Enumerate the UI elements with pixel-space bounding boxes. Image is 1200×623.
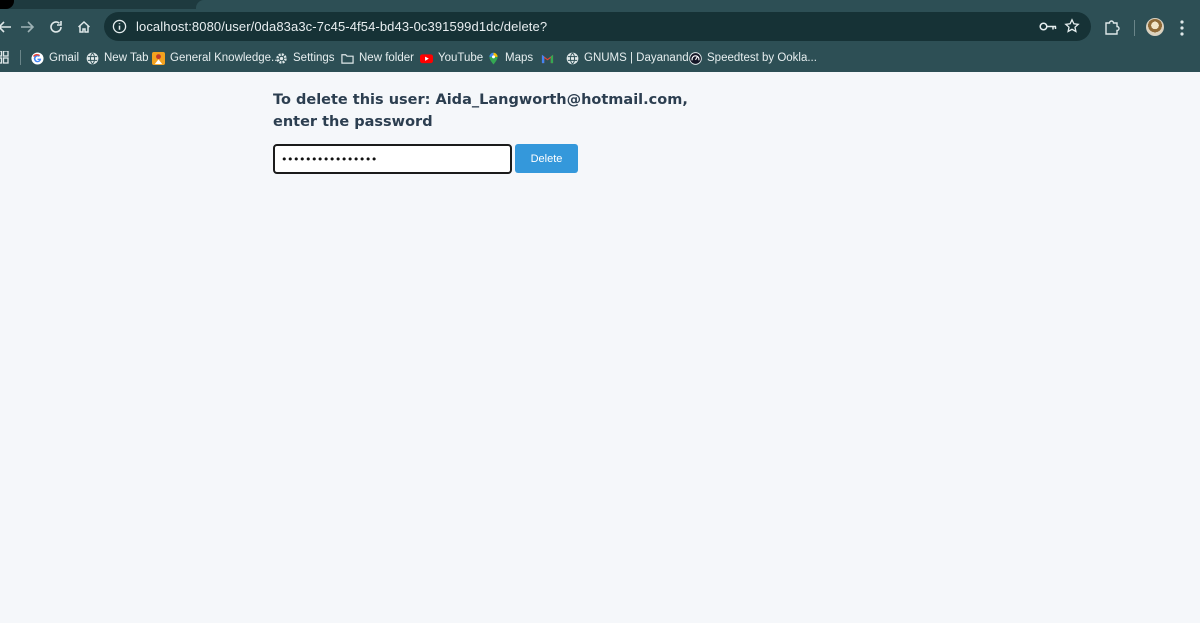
arrow-right-icon (21, 21, 35, 33)
globe-icon (86, 52, 99, 64)
gear-icon (276, 52, 287, 64)
url-text[interactable]: localhost:8080/user/0da83a3c-7c45-4f54-b… (136, 19, 547, 34)
youtube-icon (420, 53, 433, 63)
bookmark-new-tab[interactable]: New Tab (86, 48, 149, 68)
bookmark-new-folder[interactable]: New folder (341, 48, 414, 68)
bookmark-maps[interactable]: Maps (487, 48, 533, 68)
bookmark-label: Settings (293, 52, 335, 64)
profile-avatar[interactable] (1146, 18, 1164, 36)
bookmark-label: GNUMS | Dayanand... (584, 52, 699, 64)
info-icon[interactable] (112, 19, 127, 34)
delete-prompt: To delete this user: Aida_Langworth@hotm… (273, 89, 693, 133)
reload-button[interactable] (43, 14, 69, 40)
home-icon (77, 20, 91, 33)
tab-strip (0, 0, 1200, 9)
speedtest-icon (689, 51, 702, 65)
home-button[interactable] (71, 14, 97, 40)
bookmark-youtube[interactable]: YouTube (420, 48, 483, 68)
toolbar-divider (1134, 20, 1135, 36)
kebab-menu-icon[interactable] (1175, 19, 1189, 37)
gk-icon (152, 51, 165, 65)
folder-icon (341, 53, 354, 64)
delete-prompt-line2: enter the password (273, 114, 433, 130)
browser-toolbar: localhost:8080/user/0da83a3c-7c45-4f54-b… (0, 9, 1200, 44)
apps-grid-icon[interactable] (0, 51, 9, 64)
extensions-icon[interactable] (1103, 18, 1121, 36)
bookmark-speedtest[interactable]: Speedtest by Ookla... (689, 48, 817, 68)
bookmark-general-knowledge[interactable]: General Knowledge... (152, 48, 281, 68)
bookmark-gnums[interactable]: GNUMS | Dayanand... (566, 48, 698, 68)
bookmark-label: New folder (359, 52, 414, 64)
bookmark-label: Speedtest by Ookla... (707, 52, 817, 64)
bookmark-label: New Tab (104, 52, 149, 64)
active-tab-edge[interactable] (196, 0, 1200, 9)
globe-icon (566, 52, 579, 64)
bookmark-label: Gmail (49, 52, 80, 64)
google-icon (31, 51, 44, 65)
forward-button[interactable] (14, 14, 40, 40)
bookmark-gmail[interactable]: Gmail (31, 48, 79, 68)
bookmark-label: Maps (505, 52, 534, 64)
key-icon[interactable] (1039, 20, 1057, 33)
bookmark-label: YouTube (438, 52, 484, 64)
page-content: To delete this user: Aida_Langworth@hotm… (0, 72, 1200, 623)
bookmark-gmail-mail[interactable] (541, 48, 554, 68)
bookmarks-bar: Gmail New Tab General Knowledge... Setti… (0, 44, 1200, 72)
bookmarks-divider (20, 50, 21, 65)
address-bar[interactable]: localhost:8080/user/0da83a3c-7c45-4f54-b… (104, 12, 1091, 41)
bookmark-settings[interactable]: Settings (275, 48, 335, 68)
gmail-icon (541, 54, 554, 63)
arrow-left-icon (0, 21, 11, 33)
maps-icon (489, 52, 498, 65)
reload-icon (50, 21, 62, 33)
delete-button[interactable]: Delete (515, 144, 578, 173)
bookmark-star-icon[interactable] (1064, 18, 1080, 34)
tab-left-edge (0, 0, 14, 9)
bookmark-label: General Knowledge... (170, 52, 281, 64)
delete-prompt-line1: To delete this user: Aida_Langworth@hotm… (273, 92, 688, 108)
password-input[interactable] (273, 144, 512, 174)
